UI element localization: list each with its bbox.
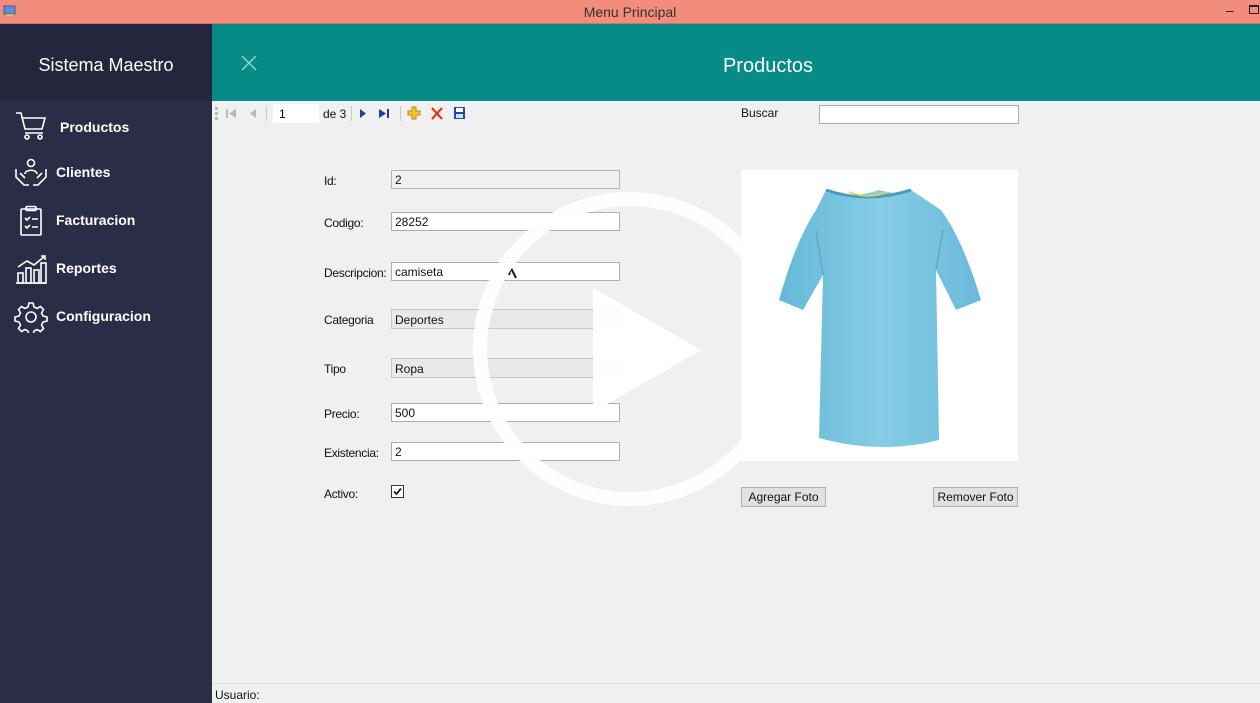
- maximize-button[interactable]: [1249, 5, 1259, 14]
- minimize-button[interactable]: –: [1226, 2, 1234, 18]
- delete-icon[interactable]: [430, 106, 444, 121]
- sidebar: Sistema Maestro Productos Clientes Factu…: [0, 24, 212, 703]
- sidebar-item-label: Productos: [60, 119, 130, 135]
- gear-icon: [14, 302, 48, 333]
- activo-checkbox[interactable]: [391, 485, 404, 498]
- sidebar-item-configuracion[interactable]: Configuracion: [0, 296, 212, 338]
- binding-navigator: de 3: [212, 101, 512, 126]
- window-titlebar: Menu Principal –: [0, 0, 1260, 24]
- add-new-icon[interactable]: [407, 106, 421, 121]
- count-label: de 3: [323, 107, 347, 121]
- sidebar-item-label: Configuracion: [56, 308, 151, 324]
- bar-chart-icon: [16, 255, 47, 284]
- sidebar-item-productos[interactable]: Productos: [0, 104, 212, 146]
- move-first-icon[interactable]: [225, 106, 237, 121]
- precio-label: Precio:: [324, 407, 360, 421]
- tipo-value: Ropa: [395, 362, 424, 376]
- activo-label: Activo:: [324, 487, 358, 501]
- sidebar-item-label: Facturacion: [56, 212, 136, 228]
- sidebar-item-reportes[interactable]: Reportes: [0, 248, 212, 290]
- move-previous-icon[interactable]: [248, 106, 258, 121]
- clipboard-check-icon: [20, 205, 42, 236]
- sidebar-item-clientes[interactable]: Clientes: [0, 152, 212, 194]
- content-header: Productos: [212, 24, 1260, 101]
- checkmark-icon: [393, 487, 402, 496]
- position-input[interactable]: [273, 104, 319, 123]
- toolbar-separator: [266, 106, 267, 121]
- toolbar-grip: [215, 107, 218, 120]
- tipo-label: Tipo: [324, 362, 346, 376]
- existencia-label: Existencia:: [324, 446, 379, 460]
- descripcion-label: Descripcion:: [324, 266, 387, 280]
- id-field[interactable]: 2: [391, 170, 620, 189]
- toolbar-separator: [400, 106, 401, 121]
- sidebar-header: Sistema Maestro: [0, 24, 212, 101]
- remove-photo-button[interactable]: Remover Foto: [933, 487, 1018, 507]
- hands-people-icon: [15, 158, 47, 186]
- categoria-label: Categoria: [324, 313, 374, 327]
- user-label: Usuario:: [215, 688, 260, 702]
- cart-icon: [16, 112, 47, 140]
- sidebar-item-label: Reportes: [56, 260, 117, 276]
- codigo-label: Codigo:: [324, 216, 364, 230]
- window-title: Menu Principal: [583, 4, 677, 20]
- sidebar-title: Sistema Maestro: [38, 55, 174, 75]
- sidebar-item-label: Clientes: [56, 164, 111, 180]
- save-icon[interactable]: [453, 106, 466, 121]
- play-video-icon[interactable]: [471, 190, 789, 508]
- search-label: Buscar: [741, 106, 779, 120]
- search-input[interactable]: [819, 105, 1019, 124]
- page-title: Productos: [722, 55, 814, 77]
- move-next-icon[interactable]: [358, 106, 368, 121]
- move-last-icon[interactable]: [378, 106, 390, 121]
- categoria-value: Deportes: [395, 313, 444, 327]
- status-bar: Usuario:: [212, 683, 1260, 703]
- toolbar-separator: [351, 106, 352, 121]
- sidebar-item-facturacion[interactable]: Facturacion: [0, 200, 212, 242]
- id-label: Id:: [324, 174, 337, 188]
